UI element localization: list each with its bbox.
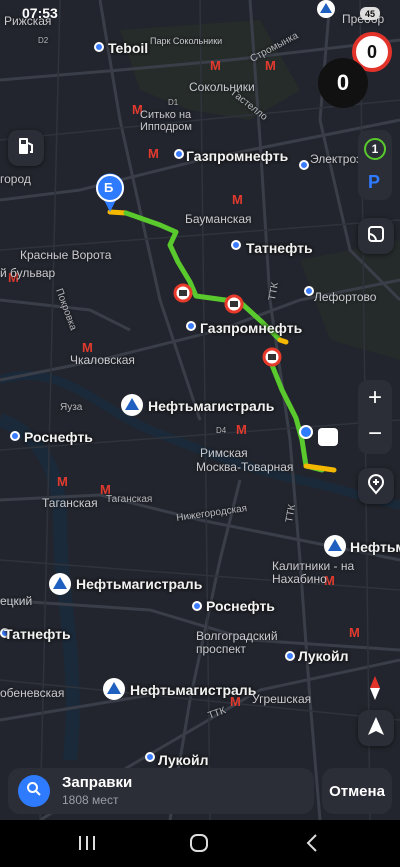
- poi-dot[interactable]: [299, 160, 309, 170]
- recent-apps-icon[interactable]: [78, 835, 96, 851]
- cancel-button[interactable]: Отмена: [322, 768, 392, 814]
- poi-label: Лукойл: [298, 648, 349, 664]
- zoom-in-button[interactable]: +: [358, 384, 392, 412]
- area-label: Чкаловская: [70, 353, 135, 367]
- road-label: D1: [168, 98, 179, 107]
- road-label: D2: [38, 36, 49, 45]
- speed-camera-icon: [173, 283, 193, 303]
- search-title: Заправки: [62, 774, 133, 791]
- search-icon: [26, 781, 42, 802]
- metro-icon: M: [232, 192, 243, 207]
- metro-icon: M: [148, 146, 159, 161]
- road-label: Таганская: [106, 494, 153, 505]
- poi-label: Нефтьмагистраль: [130, 682, 257, 698]
- route-segment-yellow: [277, 337, 289, 345]
- current-speed: 0: [318, 58, 368, 108]
- area-label: Парк Сокольники: [150, 36, 223, 46]
- metro-icon: M: [265, 58, 276, 73]
- poi-label: Газпромнефть: [200, 320, 303, 336]
- compass-icon[interactable]: [368, 676, 382, 700]
- metro-icon: M: [236, 422, 247, 437]
- area-label: Сокольники: [189, 80, 255, 94]
- area-label: Ситько на Ипподром: [140, 109, 192, 133]
- poi-dot[interactable]: [285, 651, 295, 661]
- area-label: Красные Ворота: [20, 248, 112, 262]
- speed-camera-icon: [262, 347, 282, 367]
- poi-label: Газпромнефть: [186, 148, 289, 164]
- fuel-station-marker[interactable]: [103, 678, 125, 700]
- zoom-panel: + −: [358, 380, 392, 454]
- search-button[interactable]: [18, 775, 50, 807]
- metro-icon: M: [57, 474, 68, 489]
- poi-label: Роснефть: [24, 429, 93, 445]
- area-label: Калитники - на Нахабино: [272, 559, 355, 586]
- poi-label: Нефтьм: [350, 539, 400, 555]
- home-icon[interactable]: [190, 834, 208, 852]
- pin-plus-icon: [366, 473, 386, 500]
- poi-label: Татнефть: [246, 240, 313, 256]
- area-label: город: [0, 172, 31, 186]
- fuel-station-marker[interactable]: [49, 573, 71, 595]
- area-label: Волгоградский проспект: [196, 629, 278, 656]
- poi-dot[interactable]: [145, 752, 155, 762]
- poi-label: Нефтьмагистраль: [148, 398, 275, 414]
- battery-icon: 45: [360, 7, 380, 20]
- status-bar: 07:53 45: [0, 0, 400, 24]
- metro-icon: M: [349, 625, 360, 640]
- poi-label: Лукойл: [158, 752, 209, 768]
- fuel-filter-button[interactable]: [8, 130, 44, 166]
- recenter-button[interactable]: [358, 710, 394, 746]
- navigation-arrow-icon: [367, 716, 385, 741]
- area-label: Таганская: [42, 496, 98, 510]
- traffic-layers-icon: [366, 224, 386, 249]
- metro-icon: M: [210, 58, 221, 73]
- area-label: й бульвар: [0, 266, 56, 280]
- road-label: Яуза: [60, 402, 83, 413]
- poi-dot[interactable]: [192, 601, 202, 611]
- poi-label: Нефтьмагистраль: [76, 576, 203, 592]
- road-label: D4: [216, 426, 227, 435]
- parking-button[interactable]: P: [368, 172, 380, 193]
- traffic-toggle-button[interactable]: [358, 218, 394, 254]
- fuel-station-marker[interactable]: [121, 394, 143, 416]
- area-label: обеневская: [0, 686, 65, 700]
- speed-camera-icon: [224, 294, 244, 314]
- poi-dot[interactable]: [10, 431, 20, 441]
- fuel-station-marker[interactable]: [324, 535, 346, 557]
- area-label: Бауманская: [185, 212, 252, 226]
- destination-pin-label: Б: [104, 180, 114, 195]
- back-icon[interactable]: [306, 834, 318, 852]
- area-label: Лефортово: [314, 290, 377, 304]
- poi-label: Татнефть: [4, 626, 71, 642]
- layers-panel: 1 P: [358, 130, 392, 200]
- area-label: Москва-Товарная: [196, 460, 294, 474]
- system-nav-bar: [0, 820, 400, 867]
- poi-dot[interactable]: [186, 321, 196, 331]
- area-label: Угрешская: [252, 692, 312, 706]
- area-label: ецкий: [0, 594, 33, 608]
- area-label: Римская: [200, 446, 248, 460]
- search-subtitle: 1808 мест: [62, 793, 119, 807]
- poi-dot[interactable]: [174, 149, 184, 159]
- poi-label: Teboil: [108, 40, 149, 56]
- lane-count-badge[interactable]: 1: [364, 138, 386, 160]
- fuel-pump-icon: [17, 136, 35, 161]
- add-point-button[interactable]: [358, 468, 394, 504]
- status-time: 07:53: [22, 5, 58, 21]
- search-result-card[interactable]: Заправки 1808 мест: [8, 768, 314, 814]
- poi-dot[interactable]: [94, 42, 104, 52]
- zoom-out-button[interactable]: −: [358, 420, 392, 448]
- poi-dot[interactable]: [304, 286, 314, 296]
- poi-label: Роснефть: [206, 598, 275, 614]
- poi-dot[interactable]: [231, 240, 241, 250]
